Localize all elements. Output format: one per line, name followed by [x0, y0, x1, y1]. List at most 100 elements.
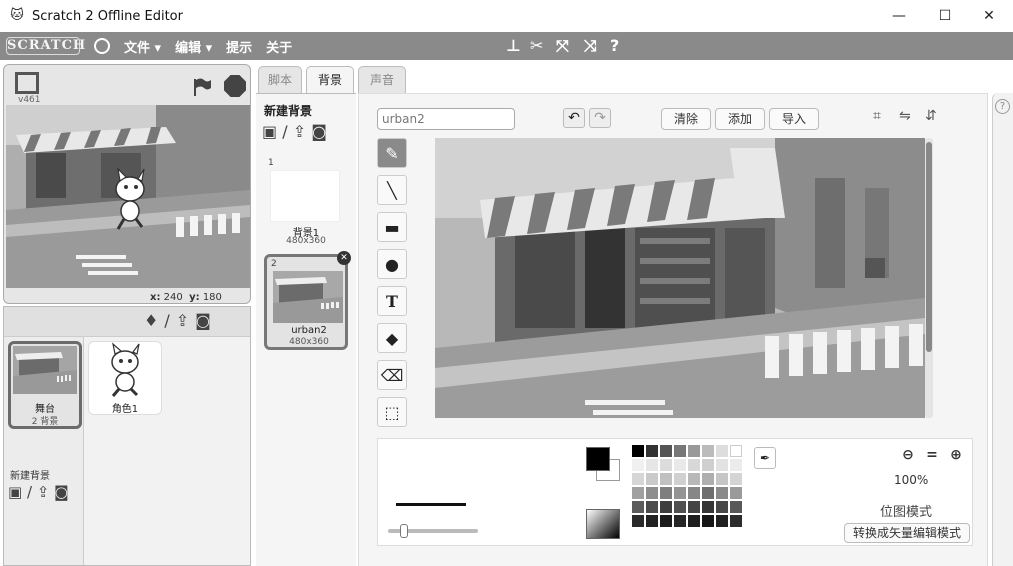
duplicate-stamp-icon[interactable]: ⊥ — [506, 36, 521, 55]
library-icon[interactable]: ▣ — [262, 122, 277, 141]
backdrop-thumbnail — [273, 271, 343, 323]
backdrop-item-selected[interactable]: 2 ✕ urban2 480x360 — [264, 251, 351, 350]
help-icon[interactable]: ? — [995, 99, 1010, 114]
mouse-coordinates: x: 240 y: 180 — [150, 292, 222, 303]
zoom-level: 100% — [894, 473, 929, 487]
undo-icon[interactable]: ↶ — [563, 108, 585, 128]
backdrop-count: 2 背景 — [31, 417, 59, 427]
eraser-icon[interactable]: ⌫ — [377, 360, 407, 390]
stage-thumbnail[interactable]: 舞台 2 背景 — [8, 341, 82, 429]
sprite-cat-image — [111, 342, 140, 397]
paint-backdrop-icon[interactable]: / — [27, 483, 32, 501]
menu-edit[interactable]: 编辑 ▾ — [175, 37, 212, 56]
ellipse-tool-icon[interactable]: ● — [377, 249, 407, 279]
menu-bar: SCRATCH 文件 ▾ 编辑 ▾ 提示 关于 ⊥ ✂ ⤧ ⤨ ? — [0, 32, 1013, 60]
color-palette[interactable] — [632, 445, 742, 527]
stage-toolbar: v461 — [4, 65, 250, 105]
camera-icon[interactable]: ◙ — [195, 311, 211, 330]
bitmap-mode-label: 位图模式 — [880, 505, 933, 520]
slider-knob[interactable] — [400, 524, 408, 538]
eyedropper-icon[interactable]: ✒ — [754, 447, 776, 469]
choose-sprite-icon[interactable]: ♦ — [144, 311, 158, 330]
zoom-out-icon[interactable]: ⊖ — [898, 445, 918, 465]
backdrop-item[interactable]: 1 背景1 480x360 — [264, 156, 348, 252]
cut-scissors-icon[interactable]: ✂ — [530, 36, 543, 55]
paint-brush-icon[interactable]: / — [164, 311, 169, 330]
delete-icon[interactable]: ✕ — [337, 251, 351, 265]
brush-tool-icon[interactable]: ✎ — [377, 138, 407, 168]
stop-icon[interactable] — [224, 75, 246, 97]
paint-canvas[interactable] — [435, 138, 925, 418]
minimize-button[interactable]: — — [876, 0, 922, 32]
clear-button[interactable]: 清除 — [661, 108, 711, 130]
backdrop-list: 新建背景 ▣ / ⇪ ◙ 1 背景1 480x360 2 ✕ urban2 48… — [256, 93, 356, 566]
menu-file[interactable]: 文件 ▾ — [124, 37, 161, 56]
flip-horizontal-icon[interactable]: ⇋ — [899, 108, 911, 124]
new-backdrop-label: 新建背景 — [10, 471, 50, 482]
tab-scripts[interactable]: 脚本 — [258, 66, 302, 94]
backdrop-number: 2 — [271, 259, 277, 269]
paint-icon[interactable]: / — [282, 122, 287, 141]
gradient-swatch[interactable] — [586, 509, 620, 539]
import-button[interactable]: 导入 — [769, 108, 819, 130]
menu-tips[interactable]: 提示 — [226, 37, 252, 56]
flip-vertical-icon[interactable]: ⇵ — [925, 108, 937, 124]
stage-panel: v461 — [3, 64, 251, 304]
fill-bucket-icon[interactable]: ◆ — [377, 323, 407, 353]
stage-label: 舞台 — [35, 404, 55, 415]
rectangle-tool-icon[interactable]: ▬ — [377, 212, 407, 242]
title-bar: 🐱 Scratch 2 Offline Editor — ☐ ✕ — [0, 0, 1013, 32]
shrink-icon[interactable]: ⤨ — [584, 36, 597, 56]
green-flag-icon[interactable] — [192, 77, 212, 97]
help-question-icon[interactable]: ? — [610, 36, 619, 55]
camera-icon[interactable]: ◙ — [311, 122, 327, 141]
close-button[interactable]: ✕ — [966, 0, 1012, 32]
upload-icon[interactable]: ⇪ — [293, 122, 306, 141]
grow-icon[interactable]: ⤧ — [556, 36, 569, 56]
zoom-in-icon[interactable]: ⊕ — [946, 445, 966, 465]
sprite-name: 角色1 — [111, 404, 139, 415]
primary-color-swatch[interactable] — [586, 447, 610, 471]
app-window: 🐱 Scratch 2 Offline Editor — ☐ ✕ SCRATCH… — [0, 0, 1013, 566]
text-tool-icon[interactable]: T — [377, 286, 407, 316]
canvas-scrollbar[interactable] — [925, 138, 933, 418]
tab-sounds[interactable]: 声音 — [358, 66, 406, 94]
sprite-item[interactable]: 角色1 — [88, 341, 162, 415]
backdrop-thumbnail — [270, 170, 340, 222]
paint-editor: ↶ ↷ 清除 添加 导入 ⌗ ⇋ ⇵ ✎ ╲ ▬ ● T ◆ ⌫ ⬚ — [358, 93, 988, 566]
sprite-panel: ♦ / ⇪ ◙ 舞台 2 背景 新建背景 ▣ / ⇪ ◙ 角色1 — [3, 306, 251, 566]
zoom-reset-icon[interactable]: = — [922, 445, 942, 465]
line-tool-icon[interactable]: ╲ — [377, 175, 407, 205]
upload-backdrop-icon[interactable]: ⇪ — [37, 483, 50, 501]
camera-backdrop-icon[interactable]: ◙ — [54, 483, 69, 501]
scratch-logo[interactable]: SCRATCH — [6, 37, 85, 55]
menu-about[interactable]: 关于 — [266, 37, 292, 56]
line-width-preview — [396, 503, 466, 506]
add-button[interactable]: 添加 — [715, 108, 765, 130]
backdrop-number: 1 — [268, 158, 274, 168]
fullscreen-icon[interactable] — [15, 72, 39, 94]
paint-tools: ✎ ╲ ▬ ● T ◆ ⌫ ⬚ — [377, 138, 411, 434]
paint-options-panel: ✒ ⊖ = ⊕ 100% 位图模式 转换成矢量编辑模式 — [377, 438, 973, 546]
backdrop-size: 480x360 — [286, 236, 326, 246]
window-title: Scratch 2 Offline Editor — [32, 8, 183, 24]
convert-to-vector-button[interactable]: 转换成矢量编辑模式 — [844, 523, 970, 543]
tab-backdrops[interactable]: 背景 — [306, 66, 354, 95]
backdrop-library-icon[interactable]: ▣ — [8, 483, 22, 501]
language-globe-icon[interactable] — [94, 38, 110, 54]
new-backdrop-header: 新建背景 — [264, 104, 313, 118]
stage-canvas[interactable] — [6, 105, 250, 288]
new-backdrop-tools: ▣ / ⇪ ◙ — [8, 483, 69, 501]
upload-icon[interactable]: ⇪ — [176, 311, 189, 330]
backdrop-size: 480x360 — [289, 337, 329, 347]
help-panel: ? — [992, 93, 1013, 566]
sprite-header: ♦ / ⇪ ◙ — [4, 307, 250, 337]
line-width-slider[interactable] — [388, 524, 478, 538]
crop-icon[interactable]: ⌗ — [873, 108, 881, 124]
stage-thumbnail-image — [13, 346, 77, 394]
select-tool-icon[interactable]: ⬚ — [377, 397, 407, 427]
backdrop-name-input[interactable] — [377, 108, 515, 130]
redo-icon[interactable]: ↷ — [589, 108, 611, 128]
maximize-button[interactable]: ☐ — [922, 0, 968, 32]
new-sprite-tools: ♦ / ⇪ ◙ — [144, 311, 217, 330]
